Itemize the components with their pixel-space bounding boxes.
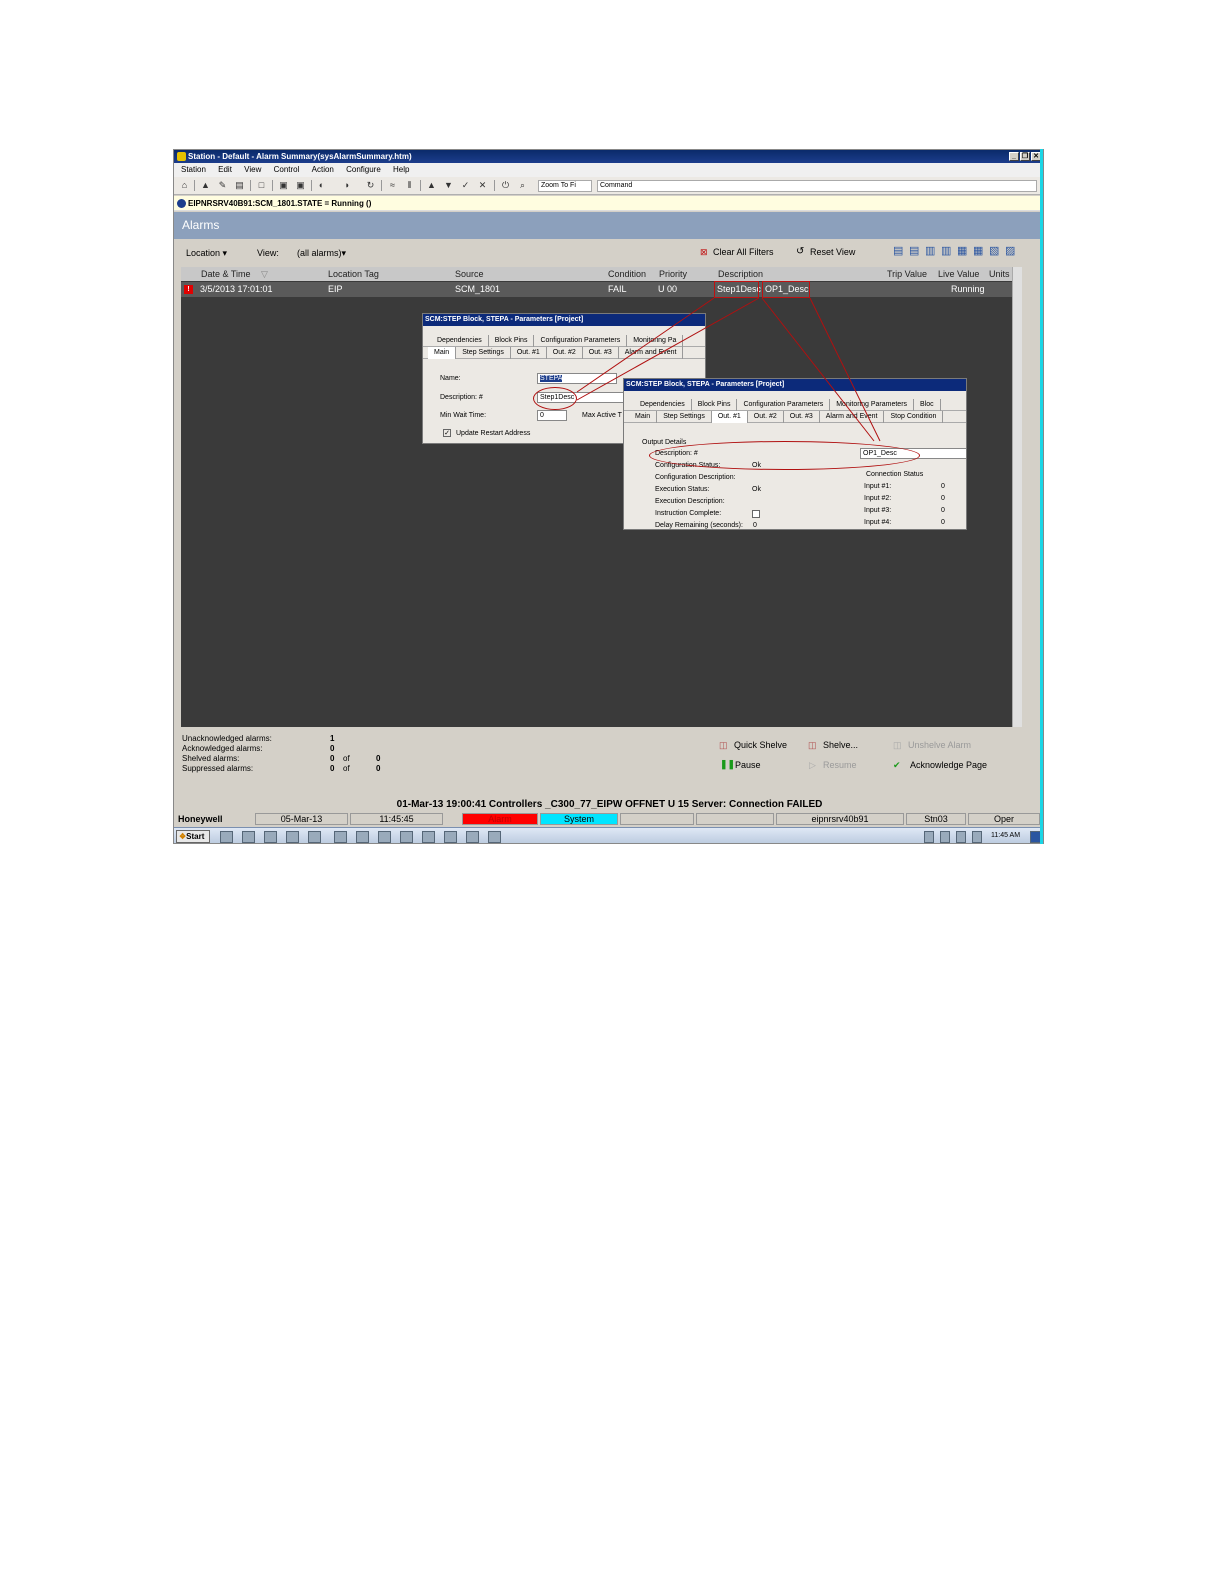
suppressed-total: 0 <box>376 764 381 773</box>
unack-count: 1 <box>330 734 335 743</box>
taskbar-clock: 11:45 AM <box>991 832 1021 839</box>
taskbar-app-icon[interactable] <box>400 831 413 843</box>
taskbar-app-icon[interactable] <box>334 831 347 843</box>
tray-icon[interactable] <box>972 831 982 843</box>
taskbar-app-icon[interactable] <box>378 831 391 843</box>
tray-icon[interactable] <box>956 831 966 843</box>
taskbar-app-icon[interactable] <box>444 831 457 843</box>
alarm-summary-counts: Unacknowledged alarms: 1 Acknowledged al… <box>174 730 1043 796</box>
taskbar-app-icon[interactable] <box>422 831 435 843</box>
time-cell: 11:45:45 <box>350 813 443 825</box>
pause-icon: ❚❚ <box>720 759 736 769</box>
window-edge <box>1040 149 1043 844</box>
taskbar-app-icon[interactable] <box>220 831 233 843</box>
suppressed-label: Suppressed alarms: <box>182 764 254 773</box>
windows-taskbar: ❖Start 11:45 AM <box>174 827 1043 843</box>
shelve-icon: ◫ <box>808 740 817 750</box>
suppressed-count: 0 <box>330 764 335 773</box>
start-button[interactable]: ❖Start <box>176 830 210 843</box>
quick-shelve-icon: ◫ <box>719 740 728 750</box>
shelved-total: 0 <box>376 754 381 763</box>
taskbar-app-icon[interactable] <box>308 831 321 843</box>
acknowledge-icon: ✔ <box>893 760 901 770</box>
shelved-of: of <box>343 754 350 763</box>
alarm-indicator[interactable]: Alarm <box>462 813 538 825</box>
unack-label: Unacknowledged alarms: <box>182 734 272 743</box>
taskbar-ie-icon[interactable] <box>242 831 255 843</box>
taskbar-app-icon[interactable] <box>356 831 369 843</box>
honeywell-logo: Honeywell <box>178 814 223 824</box>
taskbar-app-icon[interactable] <box>466 831 479 843</box>
station-cell: Stn03 <box>906 813 966 825</box>
blank-cell-1 <box>620 813 694 825</box>
shelved-count: 0 <box>330 754 335 763</box>
station-status-bar: Honeywell 05-Mar-13 11:45:45 Alarm Syste… <box>174 812 1043 826</box>
date-cell: 05-Mar-13 <box>255 813 348 825</box>
pause-button[interactable]: Pause <box>735 760 761 770</box>
unshelve-button[interactable]: Unshelve Alarm <box>908 740 971 750</box>
tray-icon[interactable] <box>924 831 934 843</box>
mode-cell: Oper <box>968 813 1040 825</box>
shelve-button[interactable]: Shelve... <box>823 740 858 750</box>
resume-icon: ▷ <box>809 760 816 770</box>
blank-cell-2 <box>696 813 774 825</box>
unshelve-icon: ◫ <box>893 740 902 750</box>
message-bar: 01-Mar-13 19:00:41 Controllers _C300_77_… <box>174 798 1043 812</box>
taskbar-app-icon[interactable] <box>286 831 299 843</box>
suppressed-of: of <box>343 764 350 773</box>
resume-button[interactable]: Resume <box>823 760 857 770</box>
ack-label: Acknowledged alarms: <box>182 744 263 753</box>
tray-icon[interactable] <box>940 831 950 843</box>
quick-shelve-button[interactable]: Quick Shelve <box>734 740 787 750</box>
ack-count: 0 <box>330 744 335 753</box>
taskbar-folder-icon[interactable] <box>264 831 277 843</box>
acknowledge-page-button[interactable]: Acknowledge Page <box>910 760 987 770</box>
shelved-label: Shelved alarms: <box>182 754 240 763</box>
taskbar-app-icon[interactable] <box>488 831 501 843</box>
server-cell: eipnrsrv40b91 <box>776 813 904 825</box>
system-indicator[interactable]: System <box>540 813 618 825</box>
station-window: Station - Default - Alarm Summary(sysAla… <box>173 149 1044 844</box>
